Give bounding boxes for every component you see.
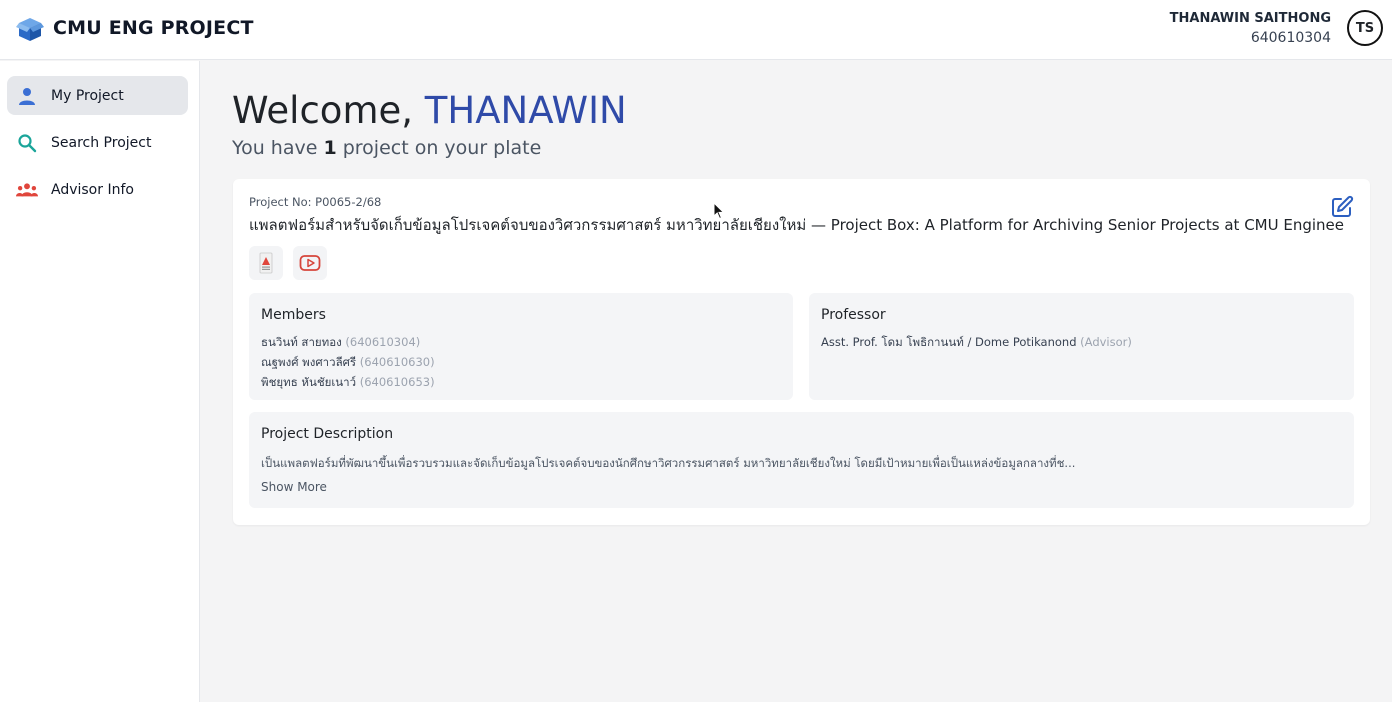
description-panel: Project Description เป็นแพลตฟอร์มที่พัฒน…	[249, 412, 1354, 508]
box-logo-icon	[16, 18, 44, 41]
video-attachment-button[interactable]	[293, 246, 327, 280]
professor-name: Asst. Prof. โดม โพธิกานนท์ / Dome Potika…	[821, 335, 1077, 349]
professor-role: (Advisor)	[1080, 335, 1132, 349]
search-icon	[16, 132, 38, 154]
avatar[interactable]: TS	[1347, 10, 1383, 46]
sidebar-item-label: Search Project	[51, 134, 152, 151]
member-name: ณฐพงศ์ พงศาวลีศรี	[261, 355, 357, 369]
subtitle-suffix: project on your plate	[336, 137, 542, 159]
people-group-icon	[16, 179, 38, 201]
edit-icon[interactable]	[1330, 195, 1354, 219]
sidebar-item-search-project[interactable]: Search Project	[7, 123, 188, 162]
project-card: Project No: P0065-2/68 แพลตฟอร์มสำหรับจั…	[233, 179, 1370, 525]
sidebar-item-label: My Project	[51, 87, 124, 104]
user-student-id: 640610304	[1250, 30, 1331, 46]
sidebar: My Project Search Project Advisor Info	[0, 61, 200, 702]
poster-attachment-button[interactable]	[249, 246, 283, 280]
top-bar: CMU ENG PROJECT THANAWIN SAITHONG 640610…	[0, 0, 1392, 60]
person-icon	[16, 85, 38, 107]
members-panel: Members ธนวินท์ สายทอง (640610304) ณฐพงศ…	[249, 293, 793, 400]
sidebar-item-my-project[interactable]: My Project	[7, 76, 188, 115]
sidebar-item-label: Advisor Info	[51, 181, 134, 198]
member-name: พิชยุทธ หันชัยเนาว์	[261, 375, 357, 389]
member-row: พิชยุทธ หันชัยเนาว์ (640610653)	[261, 374, 435, 392]
welcome-prefix: Welcome,	[232, 89, 425, 132]
professor-row: Asst. Prof. โดม โพธิกานนท์ / Dome Potika…	[821, 334, 1132, 352]
professor-panel: Professor Asst. Prof. โดม โพธิกานนท์ / D…	[809, 293, 1354, 400]
project-title: แพลตฟอร์มสำหรับจัดเก็บข้อมูลโปรเจคต์จบขอ…	[249, 216, 1344, 234]
mouse-cursor-icon	[713, 202, 725, 220]
main-content: Welcome, THANAWIN You have 1 project on …	[201, 61, 1392, 702]
description-text: เป็นแพลตฟอร์มที่พัฒนาขึ้นเพื่อรวบรวมและจ…	[261, 456, 1076, 470]
member-id: (640610630)	[359, 355, 435, 369]
professor-title: Professor	[821, 307, 886, 323]
youtube-icon	[299, 255, 321, 271]
user-name: THANAWIN SAITHONG	[1169, 11, 1331, 26]
members-title: Members	[261, 307, 326, 323]
description-title: Project Description	[261, 426, 394, 442]
subtitle-prefix: You have	[232, 137, 324, 159]
project-count: 1	[323, 137, 337, 159]
member-id: (640610304)	[345, 335, 421, 349]
project-number: Project No: P0065-2/68	[249, 195, 382, 209]
member-row: ธนวินท์ สายทอง (640610304)	[261, 334, 420, 352]
member-row: ณฐพงศ์ พงศาวลีศรี (640610630)	[261, 354, 435, 372]
welcome-name: THANAWIN	[424, 89, 627, 132]
member-id: (640610653)	[359, 375, 435, 389]
show-more-link[interactable]: Show More	[261, 480, 327, 494]
app-title: CMU ENG PROJECT	[53, 17, 254, 39]
member-name: ธนวินท์ สายทอง	[261, 335, 342, 349]
sidebar-item-advisor-info[interactable]: Advisor Info	[7, 170, 188, 209]
poster-icon	[259, 252, 273, 274]
welcome-heading: Welcome, THANAWIN	[232, 89, 627, 132]
welcome-subtitle: You have 1 project on your plate	[232, 137, 541, 159]
